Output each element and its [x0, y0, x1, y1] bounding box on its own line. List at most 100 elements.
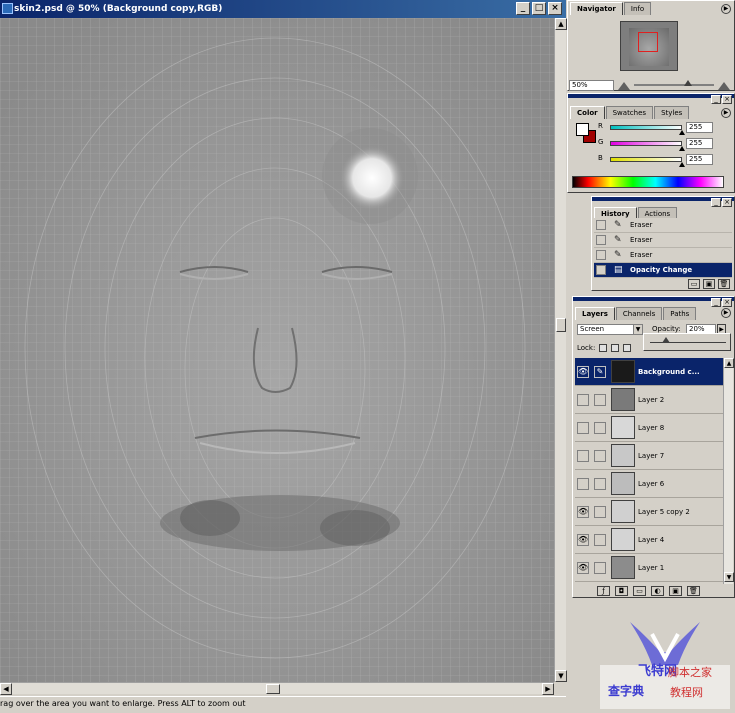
scroll-down-arrow-icon[interactable]: ▼ — [724, 572, 734, 582]
layer-name: Background c... — [638, 368, 700, 376]
visibility-toggle[interactable] — [577, 422, 589, 434]
layer-row-selected[interactable]: 👁 ✎ Background c... — [575, 358, 723, 386]
history-snapshot-checkbox[interactable] — [596, 220, 606, 230]
red-slider-knob-icon[interactable] — [679, 130, 685, 135]
new-snapshot-icon[interactable]: ▣ — [703, 279, 715, 289]
history-item[interactable]: ✎ Eraser — [594, 248, 732, 263]
tab-paths[interactable]: Paths — [663, 307, 697, 320]
palette-close-button[interactable]: × — [722, 198, 732, 207]
foreground-color-swatch[interactable] — [576, 123, 589, 136]
opacity-slider-popup[interactable] — [643, 333, 731, 351]
palette-minimize-button[interactable]: _ — [711, 95, 721, 104]
scroll-down-arrow-icon[interactable]: ▼ — [555, 670, 567, 682]
eye-icon[interactable]: 👁 — [577, 506, 589, 518]
layer-row[interactable]: Layer 7 — [575, 442, 723, 470]
paintbrush-icon[interactable]: ✎ — [594, 366, 606, 378]
add-mask-icon[interactable]: ◘ — [615, 586, 628, 596]
lock-transparency-icon[interactable] — [599, 344, 607, 352]
vertical-scroll-thumb[interactable] — [556, 318, 566, 332]
lock-position-icon[interactable] — [623, 344, 631, 352]
eye-icon[interactable]: 👁 — [577, 562, 589, 574]
new-document-from-state-icon[interactable]: ▭ — [688, 279, 700, 289]
blue-channel-slider[interactable] — [610, 157, 682, 162]
link-toggle[interactable] — [594, 562, 606, 574]
history-snapshot-checkbox[interactable] — [596, 265, 606, 275]
link-toggle[interactable] — [594, 478, 606, 490]
layer-style-icon[interactable]: ƒ — [597, 586, 610, 596]
trash-icon[interactable]: 🗑 — [687, 586, 700, 596]
tab-channels[interactable]: Channels — [615, 307, 663, 320]
link-toggle[interactable] — [594, 450, 606, 462]
history-snapshot-checkbox[interactable] — [596, 250, 606, 260]
opacity-slider-knob-icon[interactable] — [662, 337, 670, 343]
document-title-bar[interactable]: skin2.psd @ 50% (Background copy,RGB) _ … — [0, 0, 566, 18]
layers-scrollbar[interactable]: ▲ ▼ — [723, 358, 734, 584]
layer-name: Layer 6 — [638, 480, 665, 488]
link-toggle[interactable] — [594, 422, 606, 434]
link-toggle[interactable] — [594, 534, 606, 546]
history-snapshot-checkbox[interactable] — [596, 235, 606, 245]
trash-icon[interactable]: 🗑 — [718, 279, 730, 289]
new-layer-icon[interactable]: ▣ — [669, 586, 682, 596]
history-item[interactable]: ✎ Eraser — [594, 233, 732, 248]
layer-row[interactable]: 👁 Layer 1 — [575, 554, 723, 582]
image-canvas[interactable] — [0, 18, 554, 682]
tab-swatches[interactable]: Swatches — [605, 106, 654, 119]
chevron-down-icon[interactable]: ▼ — [633, 325, 642, 334]
eye-icon[interactable]: 👁 — [577, 366, 589, 378]
palette-menu-icon[interactable]: ▶ — [721, 108, 731, 118]
palette-minimize-button[interactable]: _ — [711, 298, 721, 307]
link-toggle[interactable] — [594, 506, 606, 518]
minimize-button[interactable]: _ — [516, 2, 530, 15]
palette-minimize-button[interactable]: _ — [711, 198, 721, 207]
scroll-right-arrow-icon[interactable]: ▶ — [542, 683, 554, 695]
tab-layers[interactable]: Layers — [575, 307, 615, 320]
scroll-left-arrow-icon[interactable]: ◀ — [0, 683, 12, 695]
palette-menu-icon[interactable]: ▶ — [721, 4, 731, 14]
layer-row[interactable]: Layer 6 — [575, 470, 723, 498]
color-spectrum-ramp[interactable] — [572, 176, 724, 188]
lock-image-icon[interactable] — [611, 344, 619, 352]
zoom-slider[interactable] — [634, 80, 714, 86]
blue-slider-knob-icon[interactable] — [679, 162, 685, 167]
green-slider-knob-icon[interactable] — [679, 146, 685, 151]
new-set-icon[interactable]: ▭ — [633, 586, 646, 596]
visibility-toggle[interactable] — [577, 394, 589, 406]
scroll-up-arrow-icon[interactable]: ▲ — [555, 18, 567, 30]
zoom-out-icon[interactable] — [618, 80, 630, 90]
vertical-scrollbar[interactable]: ▲ ▼ — [554, 18, 567, 682]
horizontal-scroll-thumb[interactable] — [266, 684, 280, 694]
tab-styles[interactable]: Styles — [654, 106, 690, 119]
eye-icon[interactable]: 👁 — [577, 534, 589, 546]
tab-navigator[interactable]: Navigator — [570, 2, 623, 15]
palette-menu-icon[interactable]: ▶ — [721, 308, 731, 318]
history-item[interactable]: ✎ Eraser — [594, 218, 732, 233]
blend-mode-select[interactable]: Screen ▼ — [577, 324, 643, 335]
history-item-selected[interactable]: ▤ Opacity Change — [594, 263, 732, 278]
red-channel-slider[interactable] — [610, 125, 682, 130]
red-value-input[interactable]: 255 — [686, 122, 713, 133]
palette-close-button[interactable]: × — [722, 298, 732, 307]
scroll-up-arrow-icon[interactable]: ▲ — [724, 358, 734, 368]
view-box[interactable] — [638, 32, 658, 52]
close-button[interactable]: × — [548, 2, 562, 15]
layer-row[interactable]: Layer 2 — [575, 386, 723, 414]
layer-row[interactable]: 👁 Layer 5 copy 2 — [575, 498, 723, 526]
tab-color[interactable]: Color — [570, 106, 605, 119]
visibility-toggle[interactable] — [577, 450, 589, 462]
zoom-in-icon[interactable] — [718, 80, 730, 90]
blue-value-input[interactable]: 255 — [686, 154, 713, 165]
layer-row[interactable]: 👁 Layer 4 — [575, 526, 723, 554]
visibility-toggle[interactable] — [577, 478, 589, 490]
palette-close-button[interactable]: × — [722, 95, 732, 104]
tab-info[interactable]: Info — [623, 2, 652, 15]
navigator-preview[interactable] — [620, 21, 678, 71]
adjustment-layer-icon[interactable]: ◐ — [651, 586, 664, 596]
link-toggle[interactable] — [594, 394, 606, 406]
green-channel-slider[interactable] — [610, 141, 682, 146]
horizontal-scrollbar[interactable]: ◀ ▶ — [0, 682, 554, 695]
green-value-input[interactable]: 255 — [686, 138, 713, 149]
maximize-button[interactable]: □ — [532, 2, 546, 15]
layer-row[interactable]: Layer 8 — [575, 414, 723, 442]
zoom-input[interactable]: 50% — [569, 79, 614, 91]
